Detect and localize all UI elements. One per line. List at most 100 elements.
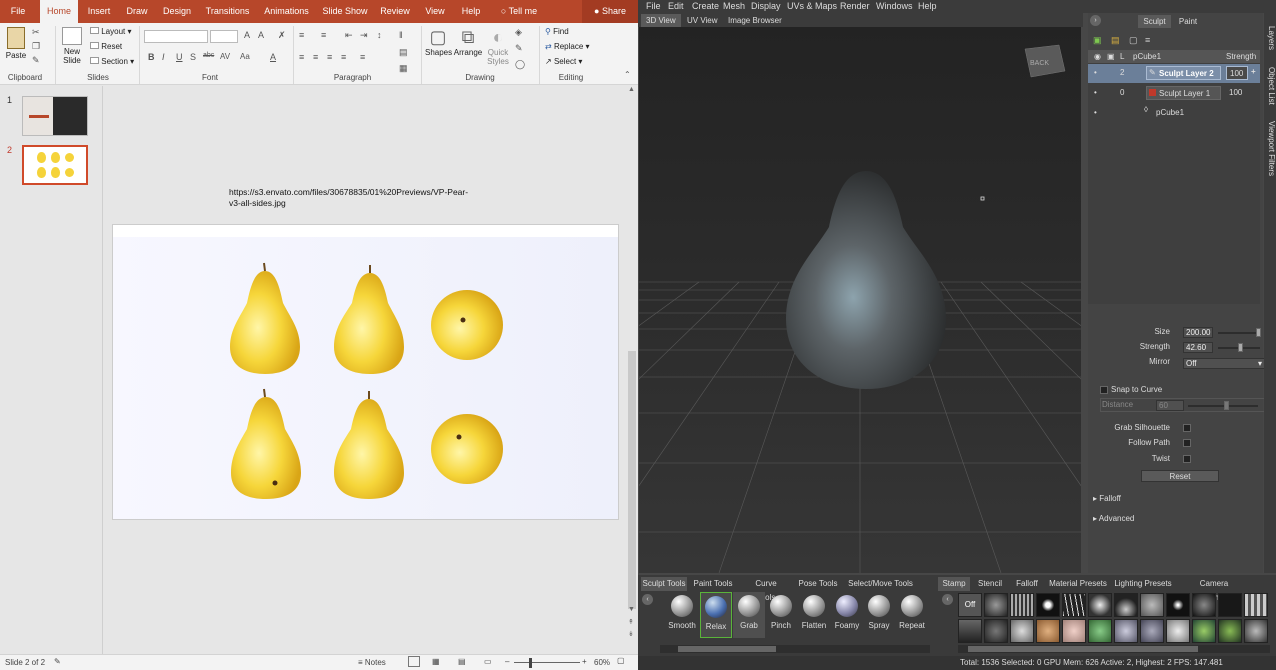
stamp-thumbnail[interactable] xyxy=(1062,619,1086,643)
tab-image-browser[interactable]: Image Browser xyxy=(723,14,787,27)
replace-button[interactable]: ⇄ Replace ▾ xyxy=(545,42,590,51)
fit-to-window-icon[interactable]: ▢ xyxy=(617,656,625,665)
shrink-font-icon[interactable]: A xyxy=(258,30,264,40)
size-slider-knob[interactable] xyxy=(1256,328,1261,337)
menu-render[interactable]: Render xyxy=(840,0,870,13)
tab-falloff[interactable]: Falloff xyxy=(1010,577,1044,591)
section-button[interactable]: Section ▾ xyxy=(90,57,134,66)
shadow-button[interactable]: S xyxy=(190,52,196,62)
stamp-thumbnail[interactable] xyxy=(1114,593,1138,617)
layer-row[interactable]: • 2 Sculpt Layer 2 ✎ 100 + xyxy=(1088,64,1260,83)
tab-stencil[interactable]: Stencil xyxy=(975,577,1005,591)
grab-tool[interactable]: Grab xyxy=(733,592,765,638)
select-button[interactable]: ↗ Select ▾ xyxy=(545,57,582,66)
stamp-thumbnail[interactable] xyxy=(1010,593,1034,617)
advanced-section[interactable]: ▸ Advanced xyxy=(1093,514,1134,523)
align-center-icon[interactable]: ≡ xyxy=(313,52,318,62)
slide-url-textbox[interactable]: https://s3.envato.com/files/30678835/01%… xyxy=(229,187,469,209)
stamp-thumbnail[interactable] xyxy=(1218,593,1242,617)
layer-options-icon[interactable]: ≡ xyxy=(1145,35,1150,45)
mirror-select[interactable]: Off ▾ xyxy=(1183,358,1265,369)
menu-help[interactable]: Help xyxy=(918,0,937,13)
layer-row[interactable]: • 0 Sculpt Layer 1 100 xyxy=(1088,84,1260,103)
twist-checkbox[interactable] xyxy=(1183,455,1191,463)
stamp-thumbnail[interactable] xyxy=(1166,619,1190,643)
pinch-tool[interactable]: Pinch xyxy=(765,592,797,638)
previous-slide-icon[interactable]: ↟ xyxy=(628,618,634,626)
normal-view-icon[interactable] xyxy=(408,656,420,667)
char-spacing-button[interactable]: AV xyxy=(220,52,230,61)
slide-thumbnail-2[interactable] xyxy=(22,145,88,185)
copy-icon[interactable]: ❐ xyxy=(32,41,40,52)
tab-camera-bookmarks[interactable]: Camera Bookmarks xyxy=(1181,577,1247,602)
next-slide-icon[interactable]: ↡ xyxy=(628,630,634,638)
visibility-dot-icon[interactable]: • xyxy=(1094,88,1097,97)
justify-icon[interactable]: ≡ xyxy=(341,52,346,62)
font-name-select[interactable] xyxy=(144,30,208,43)
stamp-off[interactable]: Off xyxy=(958,593,982,617)
stamp-thumbnail[interactable] xyxy=(1218,619,1242,643)
zoom-out-button[interactable]: – xyxy=(505,657,509,666)
arrange-button[interactable]: ⧉ Arrange xyxy=(453,26,483,57)
menu-create[interactable]: Create xyxy=(692,0,719,13)
font-color-button[interactable]: A xyxy=(270,52,276,62)
tab-3d-view[interactable]: 3D View xyxy=(641,14,681,27)
change-case-button[interactable]: Aa xyxy=(240,52,250,61)
tab-slide-show[interactable]: Slide Show xyxy=(318,0,372,23)
tab-material-presets[interactable]: Material Presets xyxy=(1048,577,1108,591)
slide-thumbnail-1[interactable] xyxy=(22,96,88,136)
visibility-dot-icon[interactable]: • xyxy=(1094,108,1097,117)
tab-lighting-presets[interactable]: Lighting Presets xyxy=(1113,577,1173,591)
shape-effects-icon[interactable]: ◯ xyxy=(515,59,525,70)
stamp-thumbnail[interactable] xyxy=(1114,619,1138,643)
side-tab-viewport-filters[interactable]: Viewport Filters xyxy=(1264,113,1276,183)
tab-paint-tools[interactable]: Paint Tools xyxy=(693,577,733,591)
menu-mesh[interactable]: Mesh xyxy=(723,0,745,13)
stamp-thumbnail[interactable] xyxy=(1140,593,1164,617)
bullets-icon[interactable]: ≡ xyxy=(299,30,304,40)
stamp-scrollbar-thumb[interactable] xyxy=(968,646,1198,652)
tab-view[interactable]: View xyxy=(418,0,452,23)
menu-edit[interactable]: Edit xyxy=(668,0,684,13)
bold-button[interactable]: B xyxy=(148,52,155,62)
smooth-tool[interactable]: Smooth xyxy=(666,592,698,638)
paste-button[interactable]: Paste xyxy=(5,27,27,60)
shape-outline-icon[interactable]: ✎ xyxy=(515,43,523,54)
stamp-collapse-icon[interactable]: ‹ xyxy=(942,594,953,605)
menu-windows[interactable]: Windows xyxy=(876,0,913,13)
new-slide-button[interactable]: New Slide xyxy=(60,27,84,65)
strength-input[interactable]: 42.60 xyxy=(1183,342,1213,353)
slide-sorter-icon[interactable]: ▦ xyxy=(432,657,440,666)
layer-row[interactable]: • ◊ pCube1 xyxy=(1088,104,1260,123)
tab-sculpt-tools[interactable]: Sculpt Tools xyxy=(641,577,687,591)
slideshow-view-icon[interactable]: ▭ xyxy=(484,657,492,666)
distance-slider[interactable] xyxy=(1188,405,1258,407)
view-cube[interactable]: BACK xyxy=(1024,44,1066,78)
notes-button[interactable]: ≡ Notes xyxy=(358,658,386,667)
stamp-scrollbar[interactable] xyxy=(958,645,1270,653)
side-tab-layers[interactable]: Layers xyxy=(1264,18,1276,58)
tab-file[interactable]: File xyxy=(0,0,36,23)
shapes-button[interactable]: ▢ Shapes xyxy=(425,26,452,57)
numbering-icon[interactable]: ≡ xyxy=(321,30,326,40)
decrease-indent-icon[interactable]: ⇤ xyxy=(345,30,353,41)
stamp-thumbnail[interactable] xyxy=(958,619,982,643)
tab-draw[interactable]: Draw xyxy=(120,0,154,23)
stamp-thumbnail[interactable] xyxy=(1010,619,1034,643)
columns-icon[interactable]: ‖ xyxy=(399,30,403,40)
reading-view-icon[interactable]: ▤ xyxy=(458,657,466,666)
stamp-thumbnail[interactable] xyxy=(1244,619,1268,643)
font-size-select[interactable] xyxy=(210,30,238,43)
stamp-thumbnail[interactable] xyxy=(1192,593,1216,617)
new-layer-icon[interactable]: ▣ xyxy=(1093,35,1102,46)
align-text-icon[interactable]: ▤ xyxy=(399,47,408,58)
underline-button[interactable]: U xyxy=(176,52,183,62)
scroll-down-icon[interactable]: ▼ xyxy=(628,606,635,613)
distance-slider-knob[interactable] xyxy=(1224,401,1229,410)
menu-file[interactable]: File xyxy=(646,0,661,13)
pear-mesh[interactable] xyxy=(786,171,946,389)
layout-button[interactable]: Layout ▾ xyxy=(90,27,132,36)
layer-name[interactable]: Sculpt Layer 2 xyxy=(1146,66,1221,80)
collapse-panel-icon[interactable]: › xyxy=(1090,15,1101,26)
layer-name[interactable]: pCube1 xyxy=(1156,108,1184,117)
